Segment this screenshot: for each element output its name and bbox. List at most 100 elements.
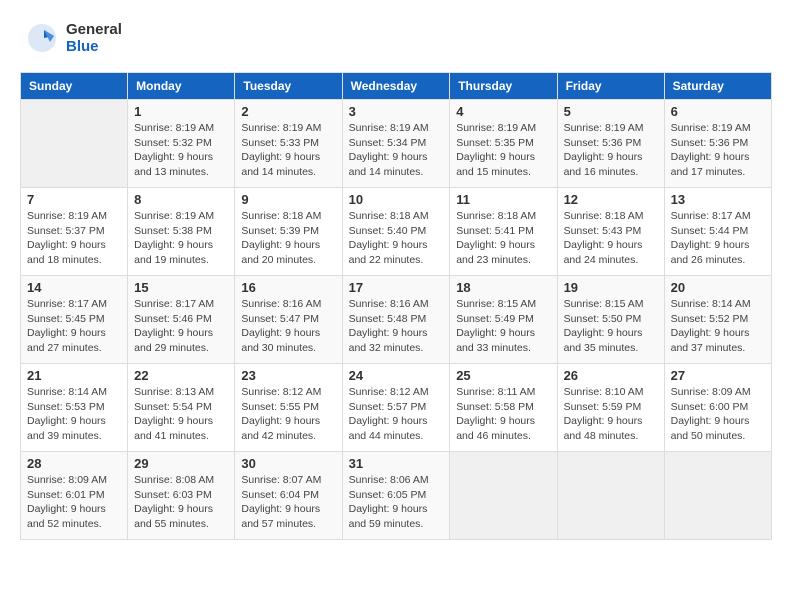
day-number: 10: [349, 192, 444, 207]
day-info: Sunrise: 8:17 AMSunset: 5:46 PMDaylight:…: [134, 297, 228, 356]
logo-text-block: General Blue: [66, 21, 122, 56]
day-info: Sunrise: 8:18 AMSunset: 5:39 PMDaylight:…: [241, 209, 335, 268]
calendar-cell: 17 Sunrise: 8:16 AMSunset: 5:48 PMDayligh…: [342, 276, 450, 364]
day-number: 22: [134, 368, 228, 383]
calendar-cell: 15 Sunrise: 8:17 AMSunset: 5:46 PMDayligh…: [128, 276, 235, 364]
day-info: Sunrise: 8:19 AMSunset: 5:32 PMDaylight:…: [134, 121, 228, 180]
calendar-cell: 23 Sunrise: 8:12 AMSunset: 5:55 PMDayligh…: [235, 364, 342, 452]
day-number: 11: [456, 192, 550, 207]
logo-container: General Blue: [24, 20, 122, 56]
calendar-cell: 11 Sunrise: 8:18 AMSunset: 5:41 PMDayligh…: [450, 188, 557, 276]
day-info: Sunrise: 8:07 AMSunset: 6:04 PMDaylight:…: [241, 473, 335, 532]
day-number: 17: [349, 280, 444, 295]
calendar-cell: 14 Sunrise: 8:17 AMSunset: 5:45 PMDayligh…: [21, 276, 128, 364]
day-number: 31: [349, 456, 444, 471]
day-info: Sunrise: 8:17 AMSunset: 5:44 PMDaylight:…: [671, 209, 765, 268]
day-info: Sunrise: 8:12 AMSunset: 5:55 PMDaylight:…: [241, 385, 335, 444]
day-number: 2: [241, 104, 335, 119]
calendar-cell: 4Sunrise: 8:19 AMSunset: 5:35 PMDaylight…: [450, 100, 557, 188]
day-info: Sunrise: 8:19 AMSunset: 5:34 PMDaylight:…: [349, 121, 444, 180]
calendar-cell: 10 Sunrise: 8:18 AMSunset: 5:40 PMDayligh…: [342, 188, 450, 276]
calendar-cell: 30 Sunrise: 8:07 AMSunset: 6:04 PMDayligh…: [235, 452, 342, 540]
day-number: 9: [241, 192, 335, 207]
calendar-week-row: 7 Sunrise: 8:19 AMSunset: 5:37 PMDaylight…: [21, 188, 772, 276]
day-of-week-header: Monday: [128, 73, 235, 100]
day-info: Sunrise: 8:19 AMSunset: 5:36 PMDaylight:…: [564, 121, 658, 180]
day-number: 13: [671, 192, 765, 207]
calendar-cell: 8Sunrise: 8:19 AMSunset: 5:38 PMDaylight…: [128, 188, 235, 276]
calendar-cell: 29Sunrise: 8:08 AMSunset: 6:03 PMDayligh…: [128, 452, 235, 540]
day-number: 8: [134, 192, 228, 207]
calendar-body: 1 Sunrise: 8:19 AMSunset: 5:32 PMDaylight…: [21, 100, 772, 540]
day-info: Sunrise: 8:13 AMSunset: 5:54 PMDaylight:…: [134, 385, 228, 444]
logo-bird-icon: [24, 20, 60, 56]
day-info: Sunrise: 8:18 AMSunset: 5:43 PMDaylight:…: [564, 209, 658, 268]
day-of-week-header: Sunday: [21, 73, 128, 100]
day-number: 5: [564, 104, 658, 119]
day-info: Sunrise: 8:12 AMSunset: 5:57 PMDaylight:…: [349, 385, 444, 444]
day-number: 6: [671, 104, 765, 119]
calendar-cell: [450, 452, 557, 540]
day-info: Sunrise: 8:17 AMSunset: 5:45 PMDaylight:…: [27, 297, 121, 356]
day-info: Sunrise: 8:16 AMSunset: 5:47 PMDaylight:…: [241, 297, 335, 356]
day-of-week-header: Thursday: [450, 73, 557, 100]
day-info: Sunrise: 8:14 AMSunset: 5:52 PMDaylight:…: [671, 297, 765, 356]
day-number: 30: [241, 456, 335, 471]
calendar-cell: 24 Sunrise: 8:12 AMSunset: 5:57 PMDayligh…: [342, 364, 450, 452]
day-info: Sunrise: 8:18 AMSunset: 5:41 PMDaylight:…: [456, 209, 550, 268]
day-info: Sunrise: 8:09 AMSunset: 6:01 PMDaylight:…: [27, 473, 121, 532]
day-number: 1: [134, 104, 228, 119]
logo-blue-text: Blue: [66, 38, 122, 55]
day-number: 29: [134, 456, 228, 471]
calendar-cell: 9 Sunrise: 8:18 AMSunset: 5:39 PMDaylight…: [235, 188, 342, 276]
calendar-cell: 6 Sunrise: 8:19 AMSunset: 5:36 PMDaylight…: [664, 100, 771, 188]
day-of-week-header: Saturday: [664, 73, 771, 100]
day-number: 20: [671, 280, 765, 295]
calendar-cell: 12 Sunrise: 8:18 AMSunset: 5:43 PMDayligh…: [557, 188, 664, 276]
day-number: 21: [27, 368, 121, 383]
day-number: 19: [564, 280, 658, 295]
page-header: General Blue: [20, 20, 772, 56]
calendar-cell: 31 Sunrise: 8:06 AMSunset: 6:05 PMDayligh…: [342, 452, 450, 540]
calendar-cell: [557, 452, 664, 540]
calendar-cell: 7 Sunrise: 8:19 AMSunset: 5:37 PMDaylight…: [21, 188, 128, 276]
day-info: Sunrise: 8:15 AMSunset: 5:49 PMDaylight:…: [456, 297, 550, 356]
day-info: Sunrise: 8:19 AMSunset: 5:33 PMDaylight:…: [241, 121, 335, 180]
day-info: Sunrise: 8:15 AMSunset: 5:50 PMDaylight:…: [564, 297, 658, 356]
calendar-table: SundayMondayTuesdayWednesdayThursdayFrid…: [20, 72, 772, 540]
calendar-cell: 18Sunrise: 8:15 AMSunset: 5:49 PMDayligh…: [450, 276, 557, 364]
day-number: 16: [241, 280, 335, 295]
calendar-cell: 2 Sunrise: 8:19 AMSunset: 5:33 PMDaylight…: [235, 100, 342, 188]
day-info: Sunrise: 8:16 AMSunset: 5:48 PMDaylight:…: [349, 297, 444, 356]
calendar-cell: 20 Sunrise: 8:14 AMSunset: 5:52 PMDayligh…: [664, 276, 771, 364]
day-number: 23: [241, 368, 335, 383]
day-number: 15: [134, 280, 228, 295]
day-info: Sunrise: 8:19 AMSunset: 5:37 PMDaylight:…: [27, 209, 121, 268]
day-number: 28: [27, 456, 121, 471]
day-number: 24: [349, 368, 444, 383]
calendar-cell: 5 Sunrise: 8:19 AMSunset: 5:36 PMDaylight…: [557, 100, 664, 188]
calendar-cell: 25Sunrise: 8:11 AMSunset: 5:58 PMDayligh…: [450, 364, 557, 452]
day-of-week-header: Tuesday: [235, 73, 342, 100]
day-number: 12: [564, 192, 658, 207]
calendar-cell: 22 Sunrise: 8:13 AMSunset: 5:54 PMDayligh…: [128, 364, 235, 452]
calendar-cell: 19 Sunrise: 8:15 AMSunset: 5:50 PMDayligh…: [557, 276, 664, 364]
day-info: Sunrise: 8:06 AMSunset: 6:05 PMDaylight:…: [349, 473, 444, 532]
logo-general-text: General: [66, 21, 122, 38]
day-number: 7: [27, 192, 121, 207]
day-number: 3: [349, 104, 444, 119]
calendar-cell: 3 Sunrise: 8:19 AMSunset: 5:34 PMDaylight…: [342, 100, 450, 188]
day-info: Sunrise: 8:18 AMSunset: 5:40 PMDaylight:…: [349, 209, 444, 268]
calendar-cell: 26Sunrise: 8:10 AMSunset: 5:59 PMDayligh…: [557, 364, 664, 452]
day-info: Sunrise: 8:09 AMSunset: 6:00 PMDaylight:…: [671, 385, 765, 444]
day-of-week-header: Wednesday: [342, 73, 450, 100]
logo: General Blue: [20, 20, 122, 56]
day-of-week-header: Friday: [557, 73, 664, 100]
day-number: 26: [564, 368, 658, 383]
calendar-week-row: 14 Sunrise: 8:17 AMSunset: 5:45 PMDayligh…: [21, 276, 772, 364]
day-number: 14: [27, 280, 121, 295]
calendar-cell: 16 Sunrise: 8:16 AMSunset: 5:47 PMDayligh…: [235, 276, 342, 364]
calendar-week-row: 1 Sunrise: 8:19 AMSunset: 5:32 PMDaylight…: [21, 100, 772, 188]
day-info: Sunrise: 8:19 AMSunset: 5:36 PMDaylight:…: [671, 121, 765, 180]
calendar-header-row: SundayMondayTuesdayWednesdayThursdayFrid…: [21, 73, 772, 100]
